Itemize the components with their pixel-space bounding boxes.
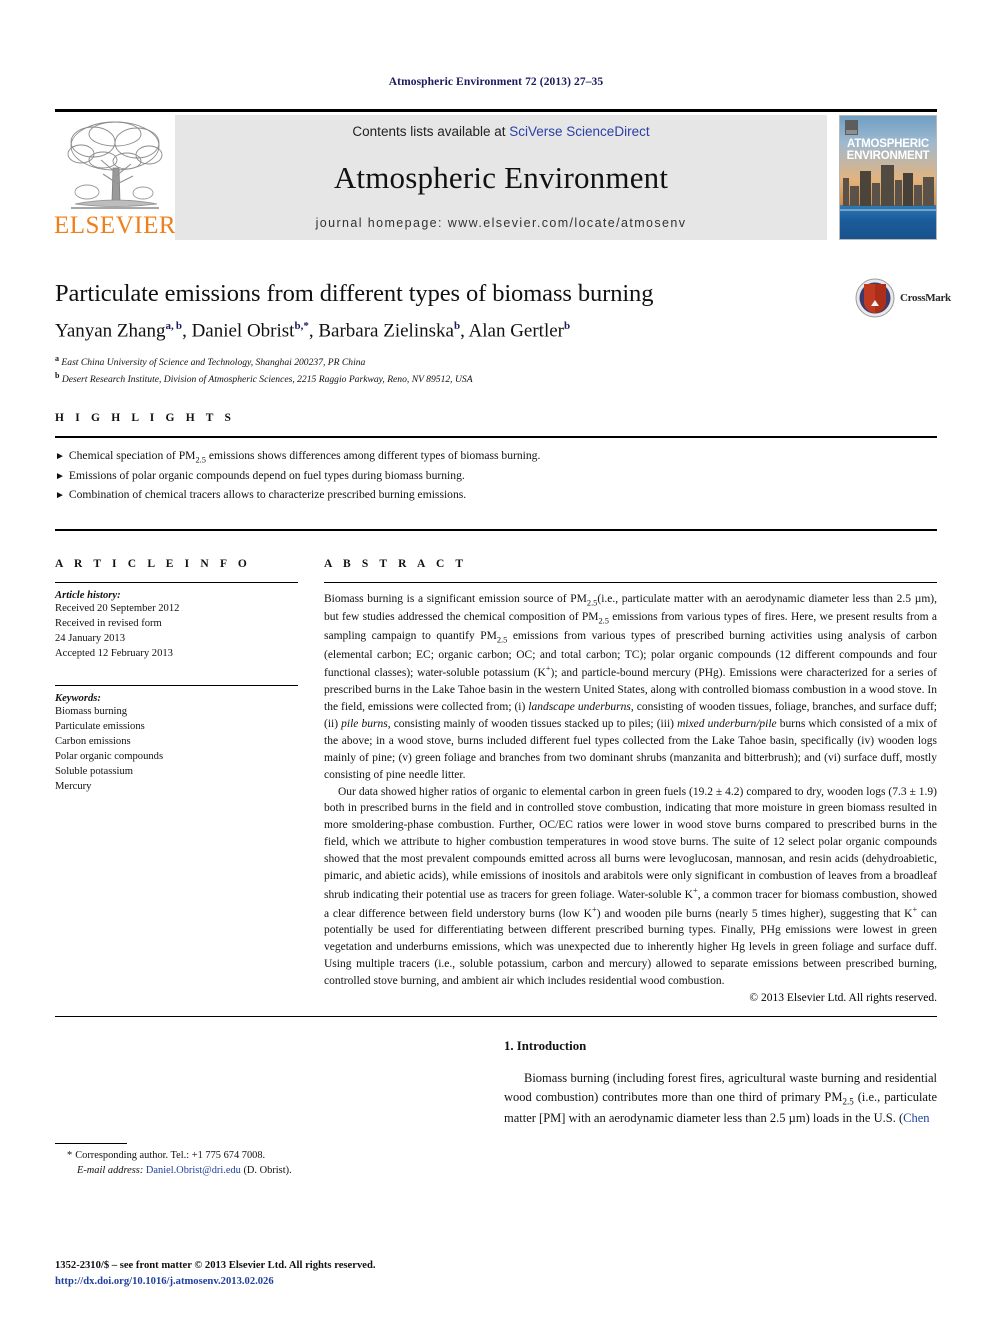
title-block: Particulate emissions from different typ… bbox=[0, 277, 992, 386]
doi-link[interactable]: http://dx.doi.org/10.1016/j.atmosenv.201… bbox=[55, 1274, 555, 1290]
body-columns: 1. Introduction Biomass burning (includi… bbox=[0, 1039, 992, 1128]
keywords-rule bbox=[55, 684, 298, 686]
highlights-list: ► Chemical speciation of PM2.5 emissions … bbox=[55, 447, 937, 504]
article-page: Atmospheric Environment 72 (2013) 27–35 bbox=[0, 0, 992, 1323]
masthead-top-rule bbox=[55, 109, 937, 112]
footnote-asterisk: * bbox=[67, 1150, 73, 1161]
bullet-triangle-icon: ► bbox=[55, 489, 65, 501]
body-column-right: 1. Introduction Biomass burning (includi… bbox=[504, 1039, 937, 1128]
elsevier-logo: ELSEVIER bbox=[53, 115, 177, 240]
author-list: Yanyan Zhanga, b, Daniel Obristb,*, Barb… bbox=[55, 320, 571, 342]
article-history-title: Article history: bbox=[55, 589, 121, 601]
affiliation-b: b Desert Research Institute, Division of… bbox=[55, 370, 473, 385]
cover-skyline-graphic bbox=[840, 162, 936, 206]
journal-masthead: ELSEVIER Contents lists available at Sci… bbox=[0, 109, 992, 240]
running-head: Atmospheric Environment 72 (2013) 27–35 bbox=[388, 76, 604, 88]
affiliations: a East China University of Science and T… bbox=[55, 353, 937, 386]
contents-available-line: Contents lists available at SciVerse Sci… bbox=[352, 124, 649, 139]
abstract-bottom-rule bbox=[55, 1015, 937, 1017]
contents-prefix: Contents lists available at bbox=[352, 124, 510, 139]
keyword-item: Soluble potassium bbox=[55, 765, 133, 777]
abstract-paragraph: Our data showed higher ratios of organic… bbox=[324, 785, 937, 987]
corresponding-author-note: * Corresponding author. Tel.: +1 775 674 … bbox=[67, 1150, 266, 1161]
cover-title-line-1: ATMOSPHERIC bbox=[847, 138, 929, 150]
journal-cover-thumbnail[interactable]: ATMOSPHERIC ENVIRONMENT bbox=[839, 115, 937, 240]
abstract-label: A B S T R A C T bbox=[324, 557, 468, 570]
keyword-item: Polar organic compounds bbox=[55, 750, 164, 762]
history-line: Received 20 September 2012 bbox=[55, 602, 180, 614]
bullet-triangle-icon: ► bbox=[55, 471, 65, 483]
abstract-copyright: © 2013 Elsevier Ltd. All rights reserved… bbox=[749, 991, 937, 1004]
list-item: ► Emissions of polar organic compounds de… bbox=[55, 469, 465, 483]
crossmark-badge[interactable]: CrossMark bbox=[855, 277, 955, 319]
cover-title: ATMOSPHERIC ENVIRONMENT bbox=[840, 138, 936, 163]
email-suffix: (D. Obrist). bbox=[240, 1165, 292, 1177]
crossmark-shield-icon bbox=[855, 278, 895, 318]
cover-water-graphic bbox=[840, 205, 936, 239]
issn-front-matter: 1352-2310/$ – see front matter © 2013 El… bbox=[55, 1260, 376, 1271]
abstract-paragraph: Biomass burning is a significant emissio… bbox=[324, 592, 937, 781]
body-column-gutter bbox=[488, 1039, 504, 1128]
masthead-center-band: Contents lists available at SciVerse Sci… bbox=[175, 115, 827, 240]
history-line: Received in revised form bbox=[55, 617, 162, 629]
keyword-item: Carbon emissions bbox=[55, 735, 131, 747]
page-title: Particulate emissions from different typ… bbox=[55, 280, 654, 307]
article-info-column: A R T I C L E I N F O Article history: R… bbox=[55, 558, 298, 1004]
elsevier-wordmark: ELSEVIER bbox=[53, 212, 177, 239]
abstract-column: A B S T R A C T Biomass burning is a sig… bbox=[324, 558, 937, 1004]
column-gutter bbox=[298, 558, 324, 1004]
article-info-label: A R T I C L E I N F O bbox=[55, 557, 251, 570]
keywords-block: Keywords: Biomass burning Particulate em… bbox=[55, 676, 298, 794]
history-line: Accepted 12 February 2013 bbox=[55, 647, 173, 659]
list-item: ► Combination of chemical tracers allows … bbox=[55, 487, 467, 501]
footnote-block: * Corresponding author. Tel.: +1 775 674 … bbox=[55, 1143, 488, 1178]
email-note: E-mail address: Daniel.Obrist@dri.edu (D… bbox=[55, 1163, 488, 1178]
bullet-triangle-icon: ► bbox=[55, 451, 65, 463]
email-link[interactable]: Daniel.Obrist@dri.edu bbox=[146, 1165, 241, 1176]
section-heading-introduction: 1. Introduction bbox=[504, 1038, 587, 1053]
info-abstract-top-rule bbox=[55, 528, 937, 531]
list-item: ► Chemical speciation of PM2.5 emissions … bbox=[55, 449, 541, 465]
keywords-title: Keywords: bbox=[55, 692, 101, 704]
highlights-section: H I G H L I G H T S ► Chemical speciation… bbox=[0, 412, 992, 504]
email-label: E-mail address: bbox=[77, 1165, 144, 1177]
journal-title: Atmospheric Environment bbox=[333, 159, 669, 195]
elsevier-tree-icon bbox=[63, 116, 167, 212]
sciencedirect-link[interactable]: SciVerse ScienceDirect bbox=[509, 124, 649, 139]
keyword-item: Mercury bbox=[55, 780, 92, 792]
info-abstract-region: A R T I C L E I N F O Article history: R… bbox=[0, 528, 992, 1017]
footnote-rule bbox=[55, 1143, 127, 1144]
highlights-rule bbox=[55, 436, 937, 439]
journal-homepage[interactable]: journal homepage: www.elsevier.com/locat… bbox=[316, 216, 687, 230]
abstract-rule bbox=[324, 581, 937, 583]
keyword-item: Biomass burning bbox=[55, 705, 128, 717]
article-info-rule bbox=[55, 581, 298, 583]
highlights-label: H I G H L I G H T S bbox=[55, 412, 236, 425]
crossmark-label: CrossMark bbox=[900, 292, 951, 304]
keyword-item: Particulate emissions bbox=[55, 720, 145, 732]
introduction-paragraph: Biomass burning (including forest fires,… bbox=[504, 1070, 937, 1125]
issn-block: 1352-2310/$ – see front matter © 2013 El… bbox=[55, 1258, 555, 1290]
abstract-body: Biomass burning is a significant emissio… bbox=[324, 591, 937, 990]
article-history: Article history: Received 20 September 2… bbox=[55, 590, 298, 661]
history-line: 24 January 2013 bbox=[55, 632, 126, 644]
affiliation-a: a East China University of Science and T… bbox=[55, 354, 366, 369]
body-column-left bbox=[55, 1039, 488, 1128]
cover-elsevier-mark-icon bbox=[845, 120, 858, 135]
